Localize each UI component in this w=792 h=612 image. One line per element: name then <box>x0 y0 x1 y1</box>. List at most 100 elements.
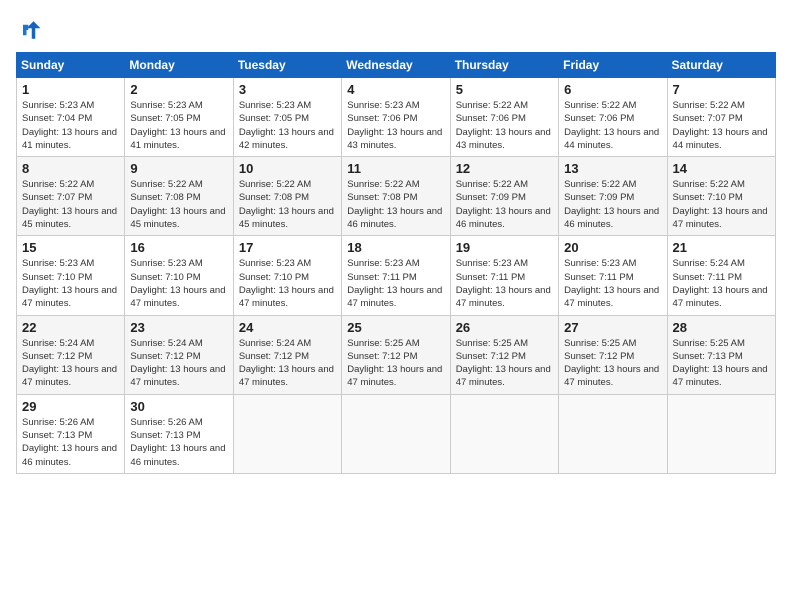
col-header-thursday: Thursday <box>450 53 558 78</box>
calendar-cell: 24 Sunrise: 5:24 AMSunset: 7:12 PMDayligh… <box>233 315 341 394</box>
calendar-cell <box>450 394 558 473</box>
day-number: 6 <box>564 82 661 97</box>
day-info: Sunrise: 5:23 AMSunset: 7:10 PMDaylight:… <box>130 257 227 310</box>
day-info: Sunrise: 5:23 AMSunset: 7:05 PMDaylight:… <box>239 99 336 152</box>
day-number: 29 <box>22 399 119 414</box>
day-info: Sunrise: 5:23 AMSunset: 7:10 PMDaylight:… <box>239 257 336 310</box>
col-header-tuesday: Tuesday <box>233 53 341 78</box>
day-info: Sunrise: 5:22 AMSunset: 7:10 PMDaylight:… <box>673 178 770 231</box>
day-info: Sunrise: 5:23 AMSunset: 7:06 PMDaylight:… <box>347 99 444 152</box>
day-number: 23 <box>130 320 227 335</box>
day-number: 12 <box>456 161 553 176</box>
calendar-table: SundayMondayTuesdayWednesdayThursdayFrid… <box>16 52 776 474</box>
day-number: 5 <box>456 82 553 97</box>
day-info: Sunrise: 5:22 AMSunset: 7:07 PMDaylight:… <box>673 99 770 152</box>
calendar-cell: 23 Sunrise: 5:24 AMSunset: 7:12 PMDayligh… <box>125 315 233 394</box>
calendar-cell: 19 Sunrise: 5:23 AMSunset: 7:11 PMDayligh… <box>450 236 558 315</box>
calendar-cell: 21 Sunrise: 5:24 AMSunset: 7:11 PMDayligh… <box>667 236 775 315</box>
calendar-cell <box>559 394 667 473</box>
col-header-wednesday: Wednesday <box>342 53 450 78</box>
day-number: 17 <box>239 240 336 255</box>
day-info: Sunrise: 5:22 AMSunset: 7:09 PMDaylight:… <box>456 178 553 231</box>
day-number: 21 <box>673 240 770 255</box>
day-info: Sunrise: 5:23 AMSunset: 7:05 PMDaylight:… <box>130 99 227 152</box>
day-number: 15 <box>22 240 119 255</box>
day-number: 22 <box>22 320 119 335</box>
calendar-cell: 16 Sunrise: 5:23 AMSunset: 7:10 PMDayligh… <box>125 236 233 315</box>
day-number: 30 <box>130 399 227 414</box>
day-info: Sunrise: 5:25 AMSunset: 7:13 PMDaylight:… <box>673 337 770 390</box>
day-number: 11 <box>347 161 444 176</box>
week-row-4: 22 Sunrise: 5:24 AMSunset: 7:12 PMDayligh… <box>17 315 776 394</box>
calendar-cell: 18 Sunrise: 5:23 AMSunset: 7:11 PMDayligh… <box>342 236 450 315</box>
day-info: Sunrise: 5:23 AMSunset: 7:11 PMDaylight:… <box>456 257 553 310</box>
calendar-cell: 27 Sunrise: 5:25 AMSunset: 7:12 PMDayligh… <box>559 315 667 394</box>
calendar-cell: 8 Sunrise: 5:22 AMSunset: 7:07 PMDaylight… <box>17 157 125 236</box>
day-number: 28 <box>673 320 770 335</box>
day-number: 19 <box>456 240 553 255</box>
day-info: Sunrise: 5:23 AMSunset: 7:04 PMDaylight:… <box>22 99 119 152</box>
week-row-5: 29 Sunrise: 5:26 AMSunset: 7:13 PMDayligh… <box>17 394 776 473</box>
day-number: 26 <box>456 320 553 335</box>
day-number: 8 <box>22 161 119 176</box>
calendar-cell: 30 Sunrise: 5:26 AMSunset: 7:13 PMDayligh… <box>125 394 233 473</box>
calendar-cell: 14 Sunrise: 5:22 AMSunset: 7:10 PMDayligh… <box>667 157 775 236</box>
week-row-3: 15 Sunrise: 5:23 AMSunset: 7:10 PMDayligh… <box>17 236 776 315</box>
week-row-2: 8 Sunrise: 5:22 AMSunset: 7:07 PMDaylight… <box>17 157 776 236</box>
calendar-cell: 29 Sunrise: 5:26 AMSunset: 7:13 PMDayligh… <box>17 394 125 473</box>
day-info: Sunrise: 5:26 AMSunset: 7:13 PMDaylight:… <box>22 416 119 469</box>
col-header-monday: Monday <box>125 53 233 78</box>
calendar-cell <box>342 394 450 473</box>
day-number: 20 <box>564 240 661 255</box>
day-number: 18 <box>347 240 444 255</box>
header-row: SundayMondayTuesdayWednesdayThursdayFrid… <box>17 53 776 78</box>
day-info: Sunrise: 5:26 AMSunset: 7:13 PMDaylight:… <box>130 416 227 469</box>
col-header-sunday: Sunday <box>17 53 125 78</box>
day-number: 10 <box>239 161 336 176</box>
day-info: Sunrise: 5:22 AMSunset: 7:08 PMDaylight:… <box>130 178 227 231</box>
day-info: Sunrise: 5:22 AMSunset: 7:06 PMDaylight:… <box>456 99 553 152</box>
calendar-cell: 26 Sunrise: 5:25 AMSunset: 7:12 PMDayligh… <box>450 315 558 394</box>
calendar-cell <box>667 394 775 473</box>
col-header-saturday: Saturday <box>667 53 775 78</box>
calendar-cell: 22 Sunrise: 5:24 AMSunset: 7:12 PMDayligh… <box>17 315 125 394</box>
day-number: 9 <box>130 161 227 176</box>
calendar-cell: 4 Sunrise: 5:23 AMSunset: 7:06 PMDaylight… <box>342 78 450 157</box>
day-info: Sunrise: 5:23 AMSunset: 7:11 PMDaylight:… <box>564 257 661 310</box>
calendar-cell: 20 Sunrise: 5:23 AMSunset: 7:11 PMDayligh… <box>559 236 667 315</box>
day-info: Sunrise: 5:24 AMSunset: 7:12 PMDaylight:… <box>22 337 119 390</box>
calendar-cell: 7Sunrise: 5:22 AMSunset: 7:07 PMDaylight… <box>667 78 775 157</box>
day-number: 4 <box>347 82 444 97</box>
day-info: Sunrise: 5:25 AMSunset: 7:12 PMDaylight:… <box>564 337 661 390</box>
day-number: 27 <box>564 320 661 335</box>
logo <box>16 16 48 44</box>
calendar-cell: 17 Sunrise: 5:23 AMSunset: 7:10 PMDayligh… <box>233 236 341 315</box>
day-info: Sunrise: 5:23 AMSunset: 7:11 PMDaylight:… <box>347 257 444 310</box>
day-info: Sunrise: 5:24 AMSunset: 7:12 PMDaylight:… <box>130 337 227 390</box>
calendar-cell: 28 Sunrise: 5:25 AMSunset: 7:13 PMDayligh… <box>667 315 775 394</box>
day-info: Sunrise: 5:25 AMSunset: 7:12 PMDaylight:… <box>347 337 444 390</box>
day-number: 3 <box>239 82 336 97</box>
day-info: Sunrise: 5:22 AMSunset: 7:07 PMDaylight:… <box>22 178 119 231</box>
day-info: Sunrise: 5:22 AMSunset: 7:08 PMDaylight:… <box>347 178 444 231</box>
calendar-cell: 15Sunrise: 5:23 AMSunset: 7:10 PMDayligh… <box>17 236 125 315</box>
day-number: 13 <box>564 161 661 176</box>
day-number: 25 <box>347 320 444 335</box>
day-info: Sunrise: 5:25 AMSunset: 7:12 PMDaylight:… <box>456 337 553 390</box>
calendar-cell: 5 Sunrise: 5:22 AMSunset: 7:06 PMDaylight… <box>450 78 558 157</box>
calendar-cell: 1 Sunrise: 5:23 AMSunset: 7:04 PMDaylight… <box>17 78 125 157</box>
calendar-cell: 25 Sunrise: 5:25 AMSunset: 7:12 PMDayligh… <box>342 315 450 394</box>
calendar-cell: 9 Sunrise: 5:22 AMSunset: 7:08 PMDaylight… <box>125 157 233 236</box>
day-number: 14 <box>673 161 770 176</box>
day-info: Sunrise: 5:22 AMSunset: 7:06 PMDaylight:… <box>564 99 661 152</box>
day-info: Sunrise: 5:22 AMSunset: 7:09 PMDaylight:… <box>564 178 661 231</box>
day-number: 16 <box>130 240 227 255</box>
day-number: 24 <box>239 320 336 335</box>
day-number: 2 <box>130 82 227 97</box>
day-info: Sunrise: 5:24 AMSunset: 7:11 PMDaylight:… <box>673 257 770 310</box>
logo-icon <box>16 16 44 44</box>
col-header-friday: Friday <box>559 53 667 78</box>
day-number: 1 <box>22 82 119 97</box>
day-info: Sunrise: 5:24 AMSunset: 7:12 PMDaylight:… <box>239 337 336 390</box>
calendar-cell: 6 Sunrise: 5:22 AMSunset: 7:06 PMDaylight… <box>559 78 667 157</box>
